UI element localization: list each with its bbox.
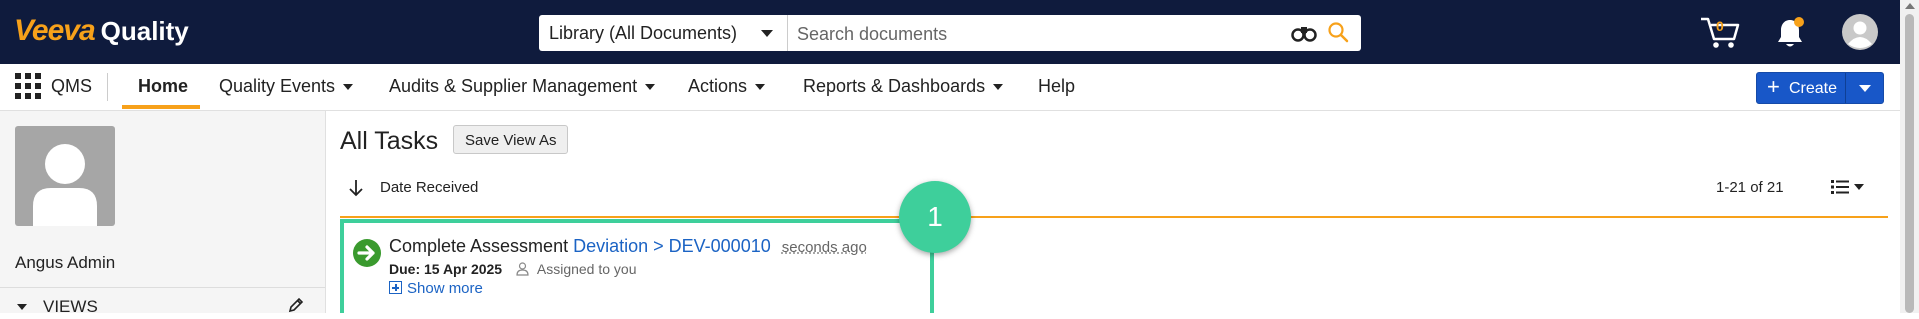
list-divider	[340, 216, 1888, 218]
binoculars-icon[interactable]	[1291, 24, 1317, 47]
search-bar: Library (All Documents)	[539, 15, 1361, 51]
nav-help-label: Help	[1038, 76, 1076, 96]
brand-name: Veeva	[14, 14, 96, 47]
nav-help[interactable]: Help	[1038, 76, 1075, 97]
profile-photo[interactable]	[15, 126, 115, 226]
cart-count-badge: 0	[1716, 18, 1724, 34]
user-avatar-icon[interactable]	[1842, 14, 1878, 55]
create-label: Create	[1789, 80, 1838, 97]
search-icon[interactable]	[1327, 21, 1349, 48]
notification-dot	[1794, 17, 1804, 27]
chevron-down-icon[interactable]	[1859, 85, 1871, 92]
user-sidebar: Angus Admin VIEWS	[0, 111, 326, 316]
chevron-down-icon	[343, 84, 354, 91]
user-name: Angus Admin	[15, 253, 116, 272]
product-name: Quality	[100, 16, 189, 46]
list-view-icon[interactable]	[1831, 179, 1867, 200]
nav-reports-dashboards[interactable]: Reports & Dashboards	[803, 76, 1004, 97]
chevron-down-icon	[755, 84, 766, 91]
sort-field-label[interactable]: Date Received	[380, 179, 478, 196]
search-scope-dropdown[interactable]: Library (All Documents)	[539, 15, 788, 51]
page-scrollbar[interactable]	[1900, 0, 1919, 313]
pencil-icon[interactable]	[287, 296, 305, 319]
scroll-up-arrow[interactable]	[1905, 3, 1915, 9]
nav-quality-events[interactable]: Quality Events	[219, 76, 354, 97]
plus-icon: +	[1767, 74, 1780, 99]
chevron-down-icon	[993, 84, 1004, 91]
nav-actions-label: Actions	[688, 76, 748, 96]
nav-home[interactable]: Home	[138, 76, 188, 97]
chevron-down-icon	[761, 30, 773, 37]
nav-divider	[107, 73, 108, 101]
create-button[interactable]: + Create	[1756, 72, 1884, 104]
search-scope-label: Library (All Documents)	[549, 23, 738, 43]
arrow-down-icon[interactable]	[348, 179, 364, 202]
views-section-header[interactable]: VIEWS	[15, 296, 305, 316]
top-header: Veeva Quality Library (All Documents) Se…	[0, 0, 1900, 64]
veeva-quality-logo[interactable]: Veeva Quality	[14, 14, 189, 50]
nav-reports-label: Reports & Dashboards	[803, 76, 986, 96]
nav-actions[interactable]: Actions	[688, 76, 766, 97]
nav-home-label: Home	[138, 76, 189, 96]
views-label: VIEWS	[43, 297, 98, 316]
nav-quality-events-label: Quality Events	[219, 76, 336, 96]
main-navigation: QMS Home Quality Events Audits & Supplie…	[0, 64, 1900, 111]
page-title: All Tasks	[340, 127, 439, 155]
divider	[0, 287, 325, 288]
nav-audits-label: Audits & Supplier Management	[389, 76, 638, 96]
nav-audits-supplier-management[interactable]: Audits & Supplier Management	[389, 76, 656, 97]
result-range: 1-21 of 21	[1716, 179, 1784, 196]
chevron-down-icon[interactable]	[17, 304, 27, 310]
save-view-as-button[interactable]: Save View As	[453, 125, 569, 154]
active-tab-indicator	[122, 105, 200, 109]
chevron-down-icon	[645, 84, 656, 91]
split-divider	[1845, 73, 1846, 103]
search-input[interactable]	[795, 21, 1279, 47]
apps-grid-icon[interactable]	[15, 73, 41, 104]
step-callout-badge: 1	[899, 181, 971, 253]
scroll-thumb[interactable]	[1905, 14, 1914, 313]
highlight-box	[340, 219, 934, 313]
app-name[interactable]: QMS	[51, 76, 92, 97]
